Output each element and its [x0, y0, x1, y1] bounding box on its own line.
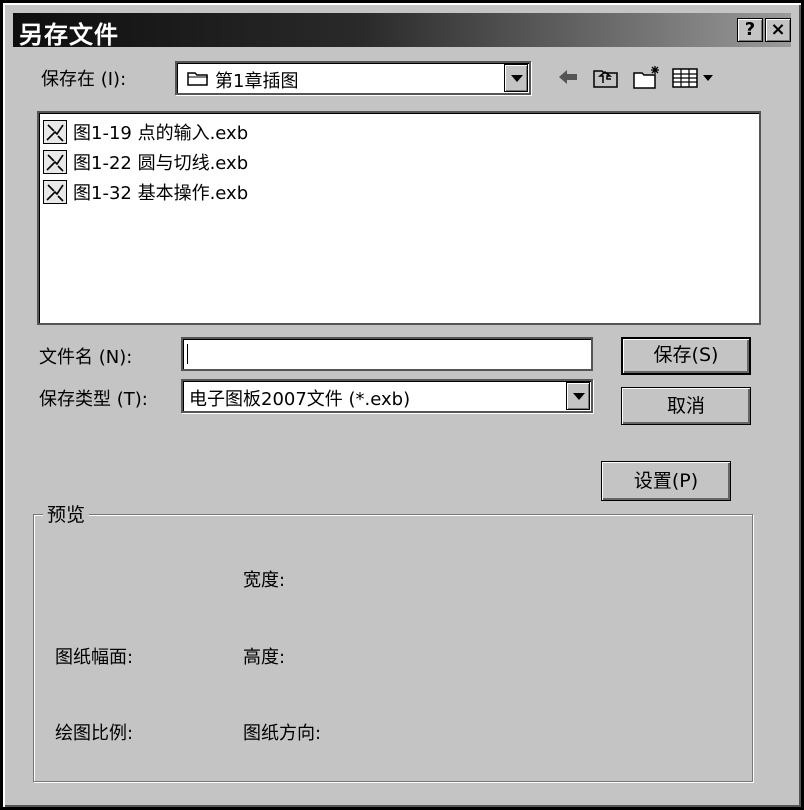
text-cursor [187, 344, 188, 364]
help-button[interactable]: ? [737, 18, 763, 42]
orientation-label: 图纸方向: [243, 723, 322, 744]
preview-title: 预览 [43, 500, 90, 527]
chevron-down-icon [511, 75, 523, 82]
exb-file-icon [43, 150, 67, 174]
file-item[interactable]: 图1-19 点的输入.exb [43, 119, 248, 145]
filetype-value: 电子图板2007文件 (*.exb) [189, 389, 411, 410]
file-list[interactable]: 图1-19 点的输入.exb 图1-22 圆与切线.exb 图1-32 基本操作… [37, 111, 761, 325]
file-name: 图1-22 圆与切线.exb [73, 153, 249, 174]
title-bar[interactable]: 另存文件 ? × [13, 13, 791, 49]
back-arrow-icon[interactable] [555, 63, 581, 91]
file-item[interactable]: 图1-22 圆与切线.exb [43, 149, 248, 175]
dialog-title: 另存文件 [19, 21, 119, 49]
view-menu-icon[interactable] [671, 63, 717, 91]
scale-label: 绘图比例: [55, 723, 134, 744]
save-file-dialog: 另存文件 ? × 保存在 (I): 第1章插图 图1-19 点的输入.exb 图… [0, 0, 804, 810]
save-in-dropdown-button[interactable] [504, 64, 528, 92]
filetype-label: 保存类型 (T): [39, 389, 148, 410]
new-folder-icon[interactable] [631, 63, 663, 91]
filetype-dropdown-button[interactable] [566, 382, 590, 410]
save-button[interactable]: 保存(S) [621, 337, 751, 375]
up-folder-icon[interactable] [591, 63, 621, 91]
settings-button[interactable]: 设置(P) [601, 461, 731, 501]
file-item[interactable]: 图1-32 基本操作.exb [43, 179, 248, 205]
filename-label: 文件名 (N): [39, 347, 133, 368]
width-label: 宽度: [243, 570, 286, 591]
save-in-combo[interactable]: 第1章插图 [175, 61, 531, 95]
exb-file-icon [43, 120, 67, 144]
preview-group [33, 514, 753, 782]
file-name: 图1-32 基本操作.exb [73, 183, 249, 204]
folder-icon [187, 70, 209, 86]
save-in-folder-name: 第1章插图 [215, 71, 299, 92]
save-in-label: 保存在 (I): [41, 69, 127, 90]
filename-input[interactable] [181, 337, 593, 371]
height-label: 高度: [243, 647, 286, 668]
filetype-combo[interactable]: 电子图板2007文件 (*.exb) [181, 379, 593, 413]
exb-file-icon [43, 180, 67, 204]
chevron-down-icon [573, 393, 585, 400]
paper-size-label: 图纸幅面: [55, 647, 134, 668]
close-button[interactable]: × [765, 18, 791, 42]
cancel-button[interactable]: 取消 [621, 387, 751, 425]
file-name: 图1-19 点的输入.exb [73, 123, 249, 144]
